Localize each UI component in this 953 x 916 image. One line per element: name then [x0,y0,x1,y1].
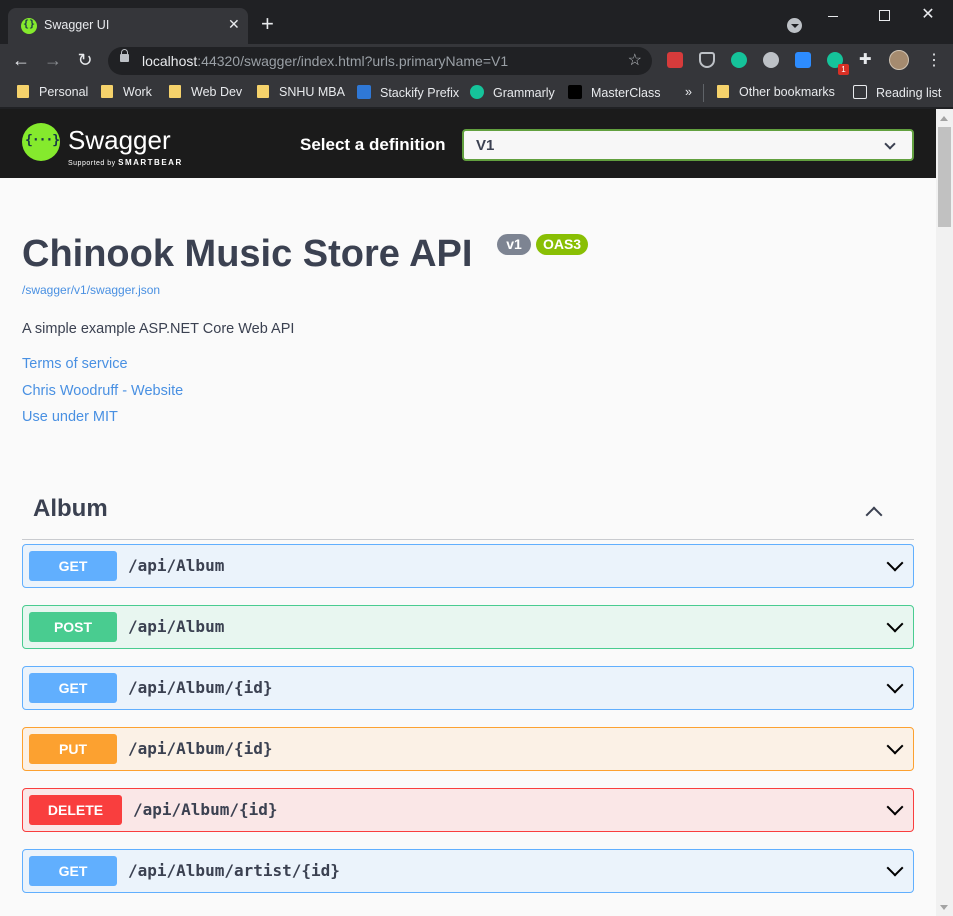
bookmark-snhu-mba[interactable]: SNHU MBA [257,85,345,99]
bookmark-stackify-prefix[interactable]: Stackify Prefix [357,85,459,100]
chevron-down-icon[interactable] [886,676,904,694]
back-arrow-icon[interactable]: ← [10,50,32,70]
chevron-down-icon[interactable] [886,615,904,633]
profile-avatar[interactable] [889,50,909,70]
json-viewer-extension-icon[interactable] [763,52,779,68]
extensions-puzzle-icon[interactable]: ✚ [859,50,875,68]
chevron-down-icon [884,138,896,150]
browser-tab[interactable]: Swagger UI ✕ [8,8,248,44]
bookmarks-divider [703,84,704,102]
definition-value[interactable]: V1 [476,137,494,154]
grammarly-icon [470,85,484,99]
bookmarks-bar: Personal Work Web Dev SNHU MBA Stackify … [0,78,953,108]
bookmark-personal[interactable]: Personal [17,85,88,99]
bookmark-work[interactable]: Work [101,85,152,99]
folder-icon [257,85,269,98]
stackify-icon [357,85,371,99]
tab-search-icon[interactable] [787,18,802,33]
method-badge: GET [29,856,117,886]
bookmark-web-dev[interactable]: Web Dev [169,85,242,99]
method-badge: GET [29,673,117,703]
url-text[interactable]: localhost:44320/swagger/index.html?urls.… [142,53,508,69]
operation-path: /api/Album/{id} [128,678,273,697]
lock-icon[interactable] [120,49,129,62]
terms-of-service-link[interactable]: Terms of service [22,356,128,372]
operation-path: /api/Album [128,556,225,575]
supported-by-smartbear: Supported by SMARTBEAR [68,158,183,167]
new-tab-button[interactable]: + [261,13,274,35]
definition-select[interactable]: V1 [462,129,914,161]
vertical-scrollbar[interactable] [936,109,953,916]
oas-badge: OAS3 [536,234,588,255]
browser-menu-icon[interactable]: ⋮ [926,50,942,70]
operation-path: /api/Album/artist/{id} [128,861,340,880]
api-description: A simple example ASP.NET Core Web API [22,321,295,337]
chevron-down-icon[interactable] [886,859,904,877]
operation-post-album[interactable]: POST /api/Album [22,605,914,649]
reload-icon[interactable]: ↻ [74,50,96,70]
bookmark-grammarly[interactable]: Grammarly [470,85,555,100]
extension-count-badge: 1 [838,64,849,75]
pocket-extension-icon[interactable] [699,52,715,68]
swagger-topbar: Swagger Supported by SMARTBEAR Select a … [0,109,936,178]
scroll-down-arrow-icon[interactable] [940,905,948,910]
reading-list-icon [853,85,867,99]
address-bar[interactable]: localhost:44320/swagger/index.html?urls.… [108,47,652,75]
operation-put-album[interactable]: PUT /api/Album/{id} [22,727,914,771]
operation-path: /api/Album/{id} [133,800,278,819]
tag-section-album[interactable]: Album [22,487,914,540]
zoom-extension-icon[interactable] [795,52,811,68]
operation-delete-album[interactable]: DELETE /api/Album/{id} [22,788,914,832]
method-badge: GET [29,551,117,581]
version-badge: v1 [497,234,531,255]
chevron-up-icon[interactable] [865,506,883,524]
spec-url-link[interactable]: /swagger/v1/swagger.json [22,283,160,297]
folder-icon [17,85,29,98]
method-badge: PUT [29,734,117,764]
bookmarks-overflow-button[interactable]: » [685,85,692,99]
swagger-brand: Swagger [68,125,171,155]
masterclass-icon [568,85,582,99]
chevron-down-icon[interactable] [886,798,904,816]
swagger-favicon-icon [21,18,37,34]
browser-tab-strip: Swagger UI ✕ + ✕ [0,0,953,44]
operation-path: /api/Album/{id} [128,739,273,758]
folder-icon [169,85,181,98]
chevron-down-icon[interactable] [886,737,904,755]
forward-arrow-icon[interactable]: → [42,50,64,70]
bookmark-star-icon[interactable]: ☆ [628,50,642,70]
swagger-logo-icon[interactable] [22,123,60,161]
definition-label: Select a definition [300,135,446,154]
method-badge: POST [29,612,117,642]
operation-get-album-by-artist[interactable]: GET /api/Album/artist/{id} [22,849,914,893]
contact-website-link[interactable]: Chris Woodruff - Website [22,383,183,399]
close-window-button[interactable]: ✕ [905,6,951,24]
lastpass-extension-icon[interactable] [667,52,683,68]
tag-name: Album [33,495,108,522]
reading-list-button[interactable]: Reading list [853,85,941,100]
chevron-down-icon[interactable] [886,554,904,572]
method-badge: DELETE [29,795,122,825]
api-title: Chinook Music Store API [22,233,473,275]
operation-get-album-by-id[interactable]: GET /api/Album/{id} [22,666,914,710]
bookmark-other-bookmarks[interactable]: Other bookmarks [717,85,835,99]
operation-get-album[interactable]: GET /api/Album [22,544,914,588]
scroll-up-arrow-icon[interactable] [940,116,948,121]
license-link[interactable]: Use under MIT [22,409,118,425]
page-viewport: Swagger Supported by SMARTBEAR Select a … [0,109,936,916]
tab-close-icon[interactable]: ✕ [228,16,240,32]
operation-path: /api/Album [128,617,225,636]
folder-icon [717,85,729,98]
bookmark-masterclass[interactable]: MasterClass [568,85,660,100]
scrollbar-thumb[interactable] [938,127,951,227]
tab-title: Swagger UI [44,18,110,32]
grammarly-extension-icon[interactable] [731,52,747,68]
folder-icon [101,85,113,98]
